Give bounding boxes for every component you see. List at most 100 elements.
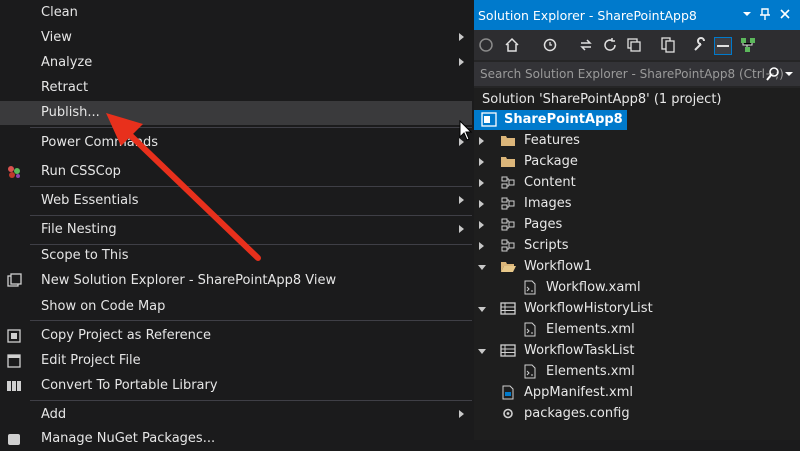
tree-node-images[interactable]: Images — [474, 194, 800, 214]
menu-separator — [30, 215, 472, 216]
tree-node-project[interactable]: SharePointApp8 — [474, 110, 627, 130]
refresh-icon[interactable] — [602, 37, 618, 53]
menu-item-publish[interactable]: Publish... — [0, 101, 472, 125]
list-icon — [500, 301, 516, 316]
tree-node-package[interactable]: Package — [474, 152, 800, 172]
expand-arrow-icon[interactable] — [479, 221, 484, 229]
menu-item-label: Retract — [41, 80, 89, 95]
pin-icon[interactable] — [758, 6, 772, 22]
collapse-all-icon[interactable] — [626, 37, 642, 53]
menu-item-clean[interactable]: Clean — [0, 1, 472, 25]
menu-item-analyze[interactable]: Analyze — [0, 51, 472, 75]
expand-arrow-icon[interactable] — [479, 200, 484, 208]
menu-separator — [30, 400, 472, 401]
project-icon — [481, 112, 497, 127]
tree-node-workflowtasklist[interactable]: WorkflowTaskList — [474, 341, 800, 361]
dropdown-icon[interactable] — [740, 6, 754, 22]
menu-separator — [30, 127, 472, 128]
tree-node-pages[interactable]: Pages — [474, 215, 800, 235]
menu-item-label: Power Commands — [41, 135, 159, 150]
menu-item-file-nesting[interactable]: File Nesting — [0, 218, 472, 242]
search-icon[interactable] — [766, 66, 780, 86]
tree-node-label: Elements.xml — [546, 364, 635, 379]
tree-node-features[interactable]: Features — [474, 131, 800, 151]
collapse-arrow-icon[interactable] — [478, 307, 486, 312]
tree-node-label: Workflow.xaml — [546, 280, 641, 295]
menu-item-retract[interactable]: Retract — [0, 76, 472, 100]
menu-item-scope-to-this[interactable]: Scope to This — [0, 244, 472, 268]
tree-node-elements-xml[interactable]: Elements.xml — [474, 362, 800, 382]
menu-item-web-essentials[interactable]: Web Essentials — [0, 189, 472, 213]
menu-item-new-solution-explorer-view[interactable]: New Solution Explorer - SharePointApp8 V… — [0, 269, 472, 293]
menu-item-label: Add — [41, 407, 67, 422]
menu-item-label: New Solution Explorer - SharePointApp8 V… — [41, 273, 337, 288]
history-icon[interactable] — [542, 37, 558, 53]
expand-arrow-icon[interactable] — [479, 137, 484, 145]
search-input[interactable]: Search Solution Explorer - SharePointApp… — [480, 67, 784, 81]
tree-node-label: Pages — [524, 217, 563, 232]
collapse-arrow-icon[interactable] — [478, 349, 486, 354]
menu-item-run-csscop[interactable]: Run CSSCop — [0, 160, 472, 184]
tree-node-label: Elements.xml — [546, 322, 635, 337]
class-view-icon[interactable] — [740, 37, 756, 53]
tree-node-workflow1[interactable]: Workflow1 — [474, 257, 800, 277]
tree-node-packages-config[interactable]: packages.config — [474, 404, 800, 424]
tree-node-appmanifest[interactable]: AppManifest.xml — [474, 383, 800, 403]
tree-node-content[interactable]: Content — [474, 173, 800, 193]
new-explorer-view-icon — [6, 273, 23, 289]
copy-icon[interactable] — [660, 37, 676, 53]
tree-node-workflow-xaml[interactable]: Workflow.xaml — [474, 278, 800, 298]
tree-node-workflowhistorylist[interactable]: WorkflowHistoryList — [474, 299, 800, 319]
menu-item-view[interactable]: View — [0, 26, 472, 50]
menu-separator — [30, 320, 472, 321]
tree-node-label: WorkflowTaskList — [524, 343, 635, 358]
sync-icon[interactable] — [578, 37, 594, 53]
tree-node-label: WorkflowHistoryList — [524, 301, 653, 316]
tree-node-label: Workflow1 — [524, 259, 592, 274]
menu-item-add[interactable]: Add — [0, 403, 472, 427]
menu-item-label: Web Essentials — [41, 193, 139, 208]
edit-project-file-icon — [6, 353, 23, 369]
collapse-arrow-icon[interactable] — [478, 265, 486, 270]
tree-node-solution[interactable]: Solution 'SharePointApp8' (1 project) — [474, 90, 800, 110]
solution-explorer-toolbar — [474, 30, 800, 60]
config-file-icon — [500, 406, 516, 421]
search-options-dropdown-icon[interactable] — [784, 66, 794, 86]
home-icon[interactable] — [504, 37, 520, 53]
module-icon — [500, 238, 516, 253]
menu-item-power-commands[interactable]: Power Commands — [0, 131, 472, 155]
submenu-arrow-icon — [459, 58, 464, 66]
expand-arrow-icon[interactable] — [479, 158, 484, 166]
menu-item-edit-project-file[interactable]: Edit Project File — [0, 349, 472, 373]
menu-item-label: Run CSSCop — [41, 164, 121, 179]
back-icon[interactable] — [478, 37, 494, 53]
tree-node-elements-xml[interactable]: Elements.xml — [474, 320, 800, 340]
solution-tree: Solution 'SharePointApp8' (1 project) Sh… — [474, 88, 800, 440]
close-icon[interactable] — [778, 6, 792, 22]
submenu-arrow-icon — [459, 410, 464, 418]
properties-wrench-icon[interactable] — [692, 37, 708, 53]
context-menu: Clean View Analyze Retract Publish... Po… — [0, 0, 474, 446]
menu-item-manage-nuget-packages[interactable]: Manage NuGet Packages... — [0, 427, 472, 451]
module-icon — [500, 217, 516, 232]
submenu-arrow-icon — [459, 196, 464, 204]
preview-selected-icon[interactable] — [714, 37, 732, 55]
nuget-icon — [6, 431, 23, 447]
solution-explorer-title-bar: Solution Explorer - SharePointApp8 — [474, 0, 800, 30]
mouse-cursor-icon — [459, 120, 473, 141]
menu-item-label: Publish... — [41, 105, 100, 120]
xml-file-icon — [522, 364, 538, 379]
expand-arrow-icon[interactable] — [479, 179, 484, 187]
menu-item-label: Edit Project File — [41, 353, 141, 368]
list-icon — [500, 343, 516, 358]
xaml-file-icon — [522, 280, 538, 295]
solution-explorer-search[interactable]: Search Solution Explorer - SharePointApp… — [474, 62, 800, 86]
menu-item-convert-to-portable-library[interactable]: Convert To Portable Library — [0, 374, 472, 398]
menu-item-show-on-code-map[interactable]: Show on Code Map — [0, 295, 472, 319]
manifest-icon — [500, 385, 516, 400]
menu-item-copy-project-as-reference[interactable]: Copy Project as Reference — [0, 324, 472, 348]
expand-arrow-icon[interactable] — [479, 242, 484, 250]
tree-node-scripts[interactable]: Scripts — [474, 236, 800, 256]
menu-item-label: Show on Code Map — [41, 299, 166, 314]
tree-node-label: Solution 'SharePointApp8' (1 project) — [482, 92, 722, 107]
